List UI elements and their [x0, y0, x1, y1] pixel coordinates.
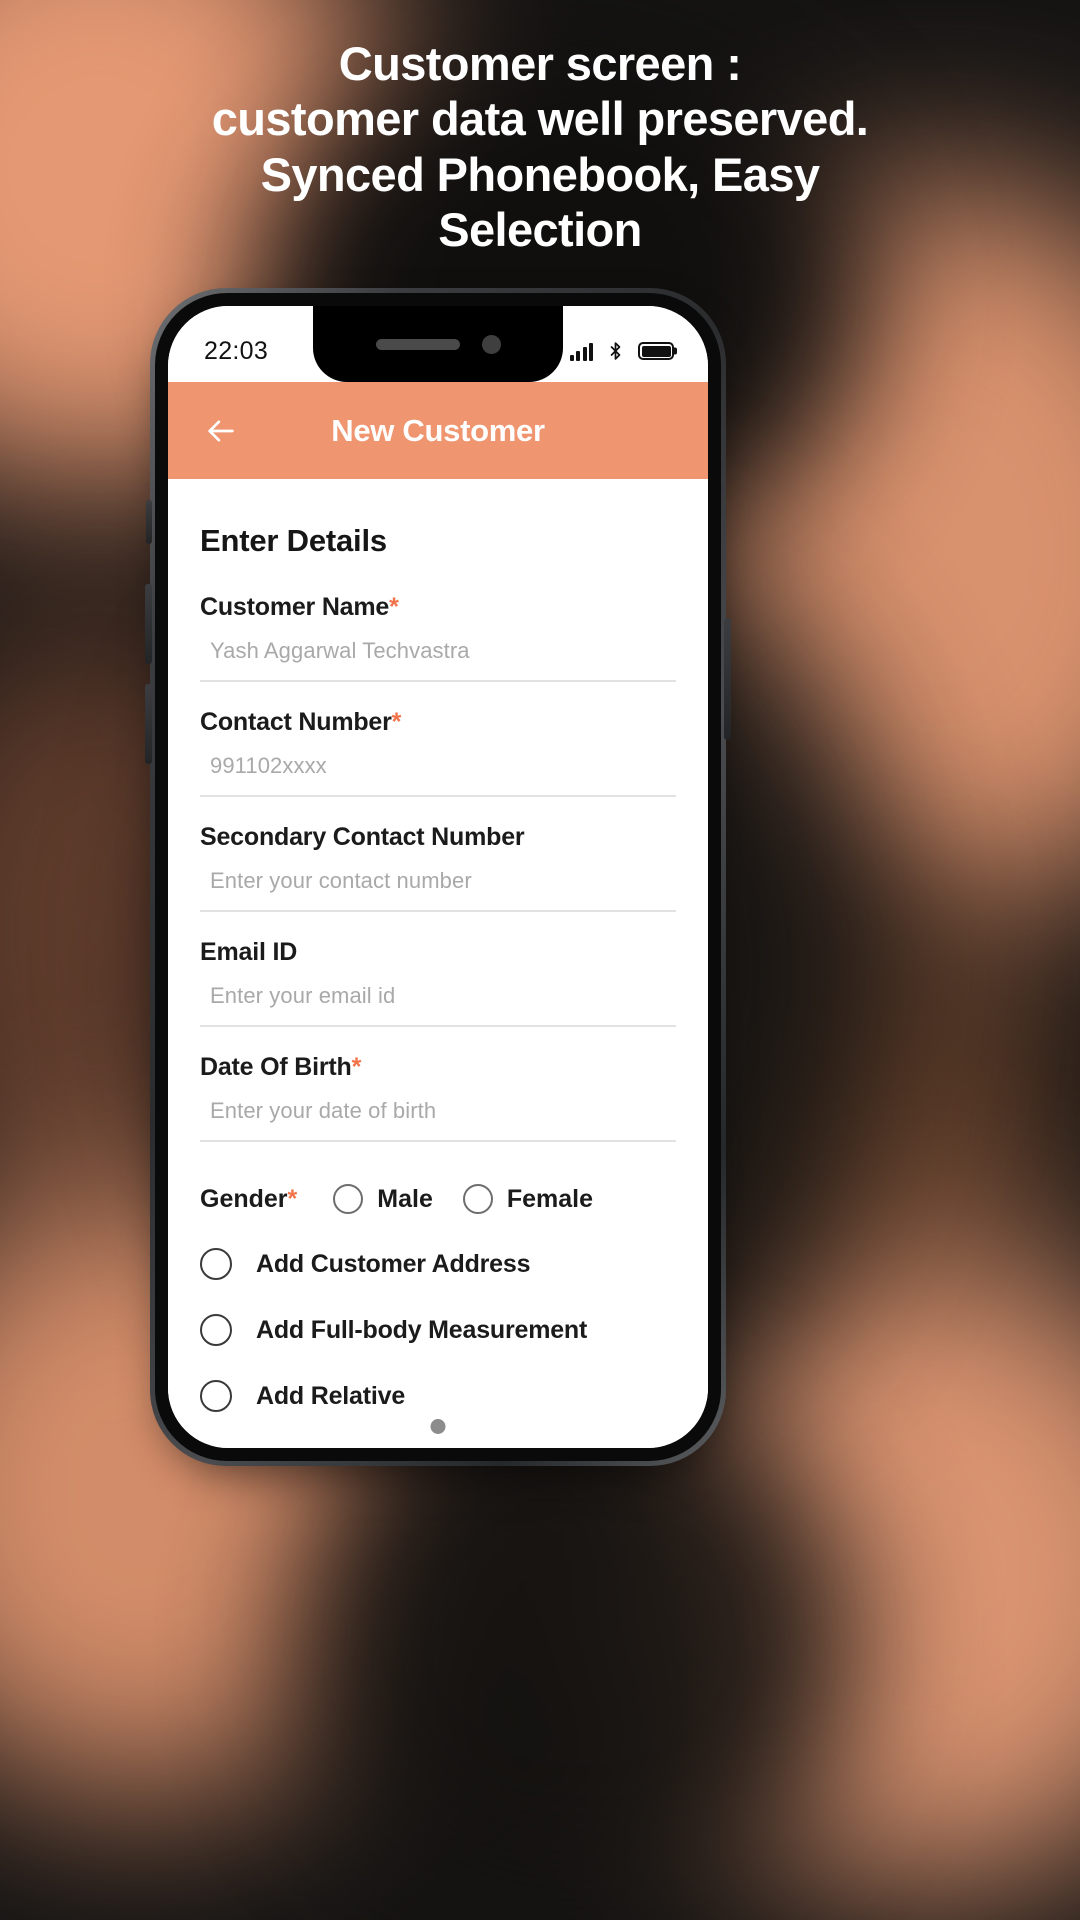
form-scroll-area[interactable]: Enter Details Customer Name* Yash Aggarw… — [168, 479, 708, 1448]
status-bar-icons — [569, 326, 674, 362]
label-gender-text: Gender — [200, 1184, 288, 1213]
section-heading: Enter Details — [200, 523, 387, 558]
label-contact-number-text: Contact Number — [200, 708, 392, 736]
field-email-id: Email ID Enter your email id — [168, 938, 708, 1027]
field-date-of-birth: Date Of Birth* Enter your date of birth — [168, 1053, 708, 1142]
signal-bars-icon — [569, 342, 593, 361]
field-secondary-contact-number: Secondary Contact Number Enter your cont… — [168, 823, 708, 912]
phone-volume-up-button[interactable] — [145, 584, 152, 664]
input-secondary-contact-number[interactable]: Enter your contact number — [200, 868, 676, 912]
radio-circle-icon — [333, 1184, 364, 1214]
label-customer-name-text: Customer Name — [200, 593, 390, 621]
phone-volume-down-button[interactable] — [145, 684, 152, 764]
headline-line-3: Synced Phonebook, Easy — [260, 147, 820, 201]
radio-circle-icon — [200, 1248, 232, 1280]
earpiece-speaker-icon — [375, 338, 460, 350]
option-add-customer-address-label: Add Customer Address — [256, 1249, 531, 1278]
app-bar: New Customer — [168, 382, 708, 479]
label-email-id: Email ID — [200, 938, 676, 967]
label-customer-name: Customer Name* — [200, 593, 676, 622]
label-secondary-contact-number-text: Secondary Contact Number — [200, 823, 525, 851]
option-add-full-body-measurement[interactable]: Add Full-body Measurement — [168, 1314, 708, 1346]
required-asterisk: * — [391, 708, 402, 736]
input-customer-name[interactable]: Yash Aggarwal Techvastra — [200, 638, 676, 682]
label-date-of-birth: Date Of Birth* — [200, 1053, 676, 1082]
phone-screen: 22:03 New Customer Enter Details Custome… — [168, 306, 708, 1448]
headline-line-1: Customer screen : — [338, 37, 742, 90]
required-asterisk: * — [389, 593, 399, 621]
home-indicator — [430, 1419, 446, 1434]
headline-line-2: customer data well preserved. — [211, 92, 869, 146]
back-arrow-icon[interactable] — [198, 408, 244, 454]
required-asterisk: * — [287, 1184, 298, 1213]
front-camera-icon — [481, 334, 501, 354]
phone-mute-switch[interactable] — [146, 500, 152, 544]
radio-circle-icon — [200, 1380, 232, 1412]
radio-gender-male-label: Male — [377, 1184, 433, 1213]
promo-headline: Customer screen : customer data well pre… — [0, 36, 1080, 258]
label-secondary-contact-number: Secondary Contact Number — [200, 823, 676, 852]
form-content: Enter Details Customer Name* Yash Aggarw… — [168, 479, 708, 1448]
option-add-full-body-measurement-label: Add Full-body Measurement — [256, 1315, 588, 1344]
status-bar-time: 22:03 — [204, 336, 269, 365]
input-contact-number[interactable]: 991102xxxx — [200, 753, 676, 797]
phone-body: 22:03 New Customer Enter Details Custome… — [155, 293, 721, 1461]
label-email-id-text: Email ID — [200, 938, 298, 966]
phone-notch — [313, 306, 563, 382]
input-date-of-birth[interactable]: Enter your date of birth — [200, 1098, 676, 1142]
radio-gender-female[interactable]: Female — [462, 1184, 594, 1214]
phone-power-button[interactable] — [724, 618, 731, 740]
label-gender: Gender* — [200, 1185, 297, 1214]
option-add-customer-address[interactable]: Add Customer Address — [168, 1248, 708, 1280]
label-contact-number: Contact Number* — [200, 708, 676, 737]
radio-gender-female-label: Female — [506, 1184, 594, 1213]
radio-gender-male[interactable]: Male — [333, 1184, 433, 1214]
radio-circle-icon — [200, 1314, 232, 1346]
option-add-relative-label: Add Relative — [256, 1381, 406, 1410]
field-customer-name: Customer Name* Yash Aggarwal Techvastra — [168, 593, 708, 682]
headline-line-4: Selection — [438, 203, 642, 257]
phone-mockup: 22:03 New Customer Enter Details Custome… — [145, 288, 731, 1478]
input-email-id[interactable]: Enter your email id — [200, 983, 676, 1027]
battery-icon — [638, 342, 674, 360]
option-add-relative[interactable]: Add Relative — [168, 1380, 708, 1412]
page-title: New Customer — [331, 412, 545, 448]
label-date-of-birth-text: Date Of Birth — [200, 1053, 352, 1081]
bluetooth-icon — [610, 342, 621, 360]
phone-frame: 22:03 New Customer Enter Details Custome… — [145, 288, 731, 1466]
radio-circle-icon — [462, 1184, 493, 1214]
required-asterisk: * — [351, 1053, 362, 1081]
gender-row: Gender* Male Female — [168, 1168, 708, 1214]
field-contact-number: Contact Number* 991102xxxx — [168, 708, 708, 797]
